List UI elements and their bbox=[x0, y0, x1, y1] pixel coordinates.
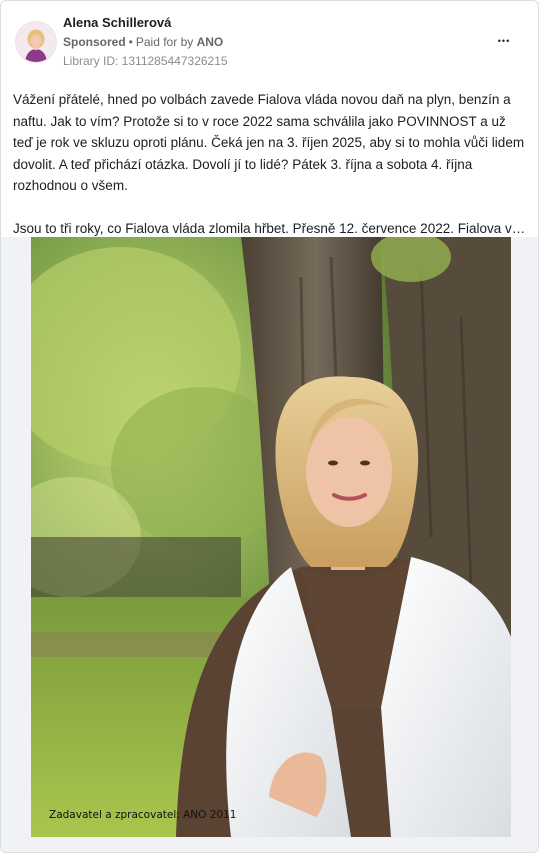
library-id: Library ID: 1311285447326215 bbox=[63, 54, 228, 68]
post-header: Alena Schillerová Sponsored • Paid for by … bbox=[13, 13, 526, 73]
separator-dot: • bbox=[128, 35, 133, 49]
ad-card: Alena Schillerová Sponsored • Paid for by … bbox=[0, 0, 539, 853]
sponsored-label: Sponsored bbox=[63, 35, 126, 49]
disclaimer-caption: Zadavatel a zpracovatel: ANO 2011 bbox=[49, 809, 237, 821]
body-paragraph-2[interactable]: Jsou to tři roky, co Fialova vláda zlomi… bbox=[13, 218, 527, 240]
avatar[interactable] bbox=[15, 21, 57, 63]
paid-for-by-label: Paid for by bbox=[135, 35, 194, 49]
avatar-image bbox=[16, 22, 56, 62]
more-options-button[interactable]: ••• bbox=[492, 33, 516, 49]
post-body: Vážení přátelé, hned po volbách zavede F… bbox=[13, 89, 528, 239]
more-horizontal-icon: ••• bbox=[497, 36, 511, 46]
author-name[interactable]: Alena Schillerová bbox=[63, 15, 171, 30]
media-container: Zadavatel a zpracovatel: ANO 2011 bbox=[1, 237, 538, 852]
payer-name[interactable]: ANO bbox=[197, 35, 224, 49]
portrait-image bbox=[31, 237, 511, 837]
ad-photo[interactable]: Zadavatel a zpracovatel: ANO 2011 bbox=[31, 237, 511, 837]
sponsored-line: Sponsored • Paid for by ANO bbox=[63, 35, 223, 49]
body-paragraph-1: Vážení přátelé, hned po volbách zavede F… bbox=[13, 92, 525, 193]
